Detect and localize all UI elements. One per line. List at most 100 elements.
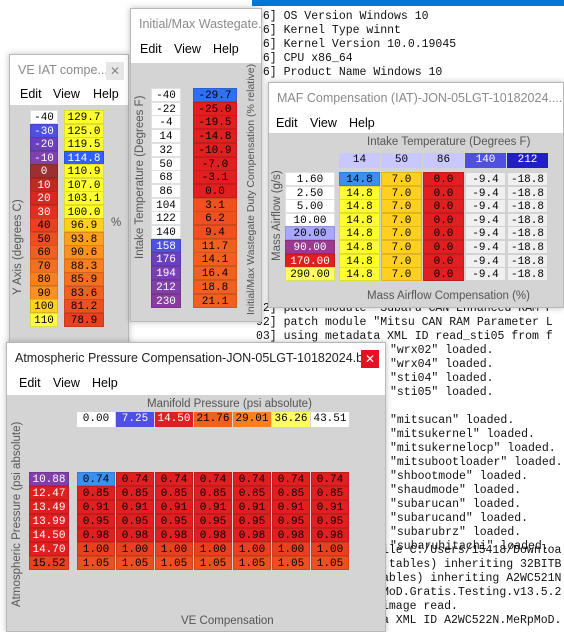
wastegate-value-cell[interactable]: -10.9	[193, 142, 237, 157]
atm-value-cell[interactable]: 0.85	[233, 486, 271, 500]
wastegate-value-cell[interactable]: 21.1	[193, 293, 237, 308]
atm-x-axis-cell[interactable]: 43.51	[311, 412, 349, 427]
maf-y-axis-cell[interactable]: 20.00	[285, 226, 335, 241]
ve-iat-axis-cell[interactable]: 80	[30, 272, 58, 286]
ve-iat-value-cell[interactable]: 107.0	[64, 177, 104, 192]
atm-pressure-window[interactable]: Atmospheric Pressure Compensation-JON-05…	[6, 342, 386, 632]
atm-x-axis-cell[interactable]: 7.25	[116, 412, 154, 427]
wastegate-axis-cell[interactable]: 104	[151, 197, 181, 212]
ve-iat-axis-cell[interactable]: 50	[30, 231, 58, 246]
maf-value-cell[interactable]: 7.0	[381, 267, 422, 282]
maf-value-cell[interactable]: 0.0	[423, 226, 464, 241]
atm-value-cell[interactable]: 1.00	[311, 542, 349, 556]
ve-iat-value-cell[interactable]: 114.8	[64, 150, 104, 165]
wastegate-value-cell[interactable]: 6.2	[193, 211, 237, 226]
wastegate-axis-cell[interactable]: -22	[151, 101, 181, 116]
atm-value-cell[interactable]: 0.91	[272, 500, 310, 514]
maf-value-cell[interactable]: -18.8	[507, 226, 548, 241]
atm-title-bar[interactable]: Atmospheric Pressure Compensation-JON-05…	[7, 343, 385, 373]
wastegate-axis-cell[interactable]: 50	[151, 156, 181, 171]
ve-iat-value-cell[interactable]: 81.2	[64, 299, 104, 313]
ve-iat-axis-cell[interactable]: 70	[30, 258, 58, 273]
menu-help[interactable]: Help	[93, 87, 119, 101]
close-icon[interactable]: ✕	[106, 62, 124, 80]
maf-value-cell[interactable]: -9.4	[465, 226, 506, 241]
maf-value-cell[interactable]: -9.4	[465, 172, 506, 186]
atm-value-cell[interactable]: 1.00	[116, 542, 154, 556]
wastegate-axis-cell[interactable]: 32	[151, 142, 181, 157]
atm-y-axis-cell[interactable]: 14.50	[29, 528, 69, 542]
atm-value-cell[interactable]: 0.85	[194, 486, 232, 500]
ve-iat-axis-cell[interactable]: 10	[30, 177, 58, 192]
maf-value-cell[interactable]: -9.4	[465, 212, 506, 227]
atm-value-cell[interactable]: 1.05	[194, 556, 232, 570]
maf-value-cell[interactable]: -18.8	[507, 253, 548, 268]
maf-value-cell[interactable]: 14.8	[339, 185, 380, 200]
close-icon[interactable]: ✕	[361, 350, 379, 368]
ve-iat-value-cell[interactable]: 85.9	[64, 272, 104, 286]
menu-view[interactable]: View	[310, 116, 337, 130]
atm-value-cell[interactable]: 0.95	[272, 514, 310, 528]
wastegate-axis-cell[interactable]: 86	[151, 183, 181, 198]
ve-iat-value-cell[interactable]: 100.0	[64, 204, 104, 219]
maf-value-cell[interactable]: 0.0	[423, 240, 464, 254]
atm-value-cell[interactable]: 0.98	[272, 528, 310, 542]
atm-y-axis-cell[interactable]: 15.52	[29, 556, 69, 570]
maf-value-cell[interactable]: 0.0	[423, 212, 464, 227]
atm-value-cell[interactable]: 0.74	[311, 472, 349, 486]
maf-value-cell[interactable]: 0.0	[423, 253, 464, 268]
atm-value-cell[interactable]: 1.05	[311, 556, 349, 570]
wastegate-value-cell[interactable]: 16.4	[193, 266, 237, 281]
maf-value-cell[interactable]: 0.0	[423, 267, 464, 282]
maf-value-cell[interactable]: 14.8	[339, 212, 380, 227]
wastegate-value-cell[interactable]: 9.4	[193, 225, 237, 239]
ve-iat-value-cell[interactable]: 119.5	[64, 137, 104, 151]
ve-iat-value-cell[interactable]: 125.0	[64, 123, 104, 138]
atm-value-cell[interactable]: 0.74	[272, 472, 310, 486]
wastegate-value-cell[interactable]: 3.1	[193, 197, 237, 212]
atm-value-cell[interactable]: 1.00	[77, 542, 115, 556]
maf-value-cell[interactable]: 7.0	[381, 199, 422, 214]
ve-iat-value-cell[interactable]: 129.7	[64, 110, 104, 124]
wastegate-value-cell[interactable]: -14.8	[193, 129, 237, 144]
ve-iat-axis-cell[interactable]: 110	[30, 312, 58, 327]
ve-iat-axis-cell[interactable]: 100	[30, 299, 58, 313]
menu-help[interactable]: Help	[213, 42, 239, 56]
wastegate-value-cell[interactable]: -29.7	[193, 88, 237, 102]
atm-value-cell[interactable]: 0.98	[155, 528, 193, 542]
maf-y-axis-cell[interactable]: 1.60	[285, 172, 335, 186]
atm-value-cell[interactable]: 1.00	[155, 542, 193, 556]
maf-value-cell[interactable]: -18.8	[507, 267, 548, 282]
atm-value-cell[interactable]: 0.91	[116, 500, 154, 514]
maf-y-axis-cell[interactable]: 290.00	[285, 267, 335, 282]
ve-iat-axis-cell[interactable]: 60	[30, 245, 58, 259]
atm-value-cell[interactable]: 1.05	[155, 556, 193, 570]
atm-value-cell[interactable]: 0.95	[155, 514, 193, 528]
atm-value-cell[interactable]: 0.95	[233, 514, 271, 528]
wastegate-value-cell[interactable]: 0.0	[193, 183, 237, 198]
atm-value-cell[interactable]: 0.95	[194, 514, 232, 528]
maf-value-cell[interactable]: 7.0	[381, 172, 422, 186]
maf-value-cell[interactable]: 14.8	[339, 253, 380, 268]
ve-iat-axis-cell[interactable]: 30	[30, 204, 58, 219]
wastegate-axis-cell[interactable]: 176	[151, 252, 181, 267]
ve-iat-value-cell[interactable]: 93.8	[64, 231, 104, 246]
atm-value-cell[interactable]: 0.74	[233, 472, 271, 486]
ve-iat-axis-cell[interactable]: -30	[30, 123, 58, 138]
ve-iat-value-cell[interactable]: 90.6	[64, 245, 104, 259]
wastegate-axis-cell[interactable]: -4	[151, 115, 181, 130]
atm-y-axis-cell[interactable]: 13.49	[29, 500, 69, 514]
atm-value-cell[interactable]: 0.95	[116, 514, 154, 528]
atm-value-cell[interactable]: 0.95	[311, 514, 349, 528]
atm-x-axis-cell[interactable]: 0.00	[77, 412, 115, 427]
wastegate-axis-cell[interactable]: 158	[151, 238, 181, 253]
atm-value-cell[interactable]: 1.00	[233, 542, 271, 556]
maf-value-cell[interactable]: -18.8	[507, 199, 548, 214]
ve-iat-window[interactable]: VE IAT compe... ✕ Edit View Help Y Axis …	[9, 54, 129, 348]
wastegate-value-cell[interactable]: 18.8	[193, 279, 237, 294]
maf-value-cell[interactable]: -18.8	[507, 240, 548, 254]
atm-value-cell[interactable]: 1.05	[77, 556, 115, 570]
atm-value-cell[interactable]: 0.98	[77, 528, 115, 542]
maf-value-cell[interactable]: 7.0	[381, 240, 422, 254]
menu-view[interactable]: View	[53, 376, 80, 390]
